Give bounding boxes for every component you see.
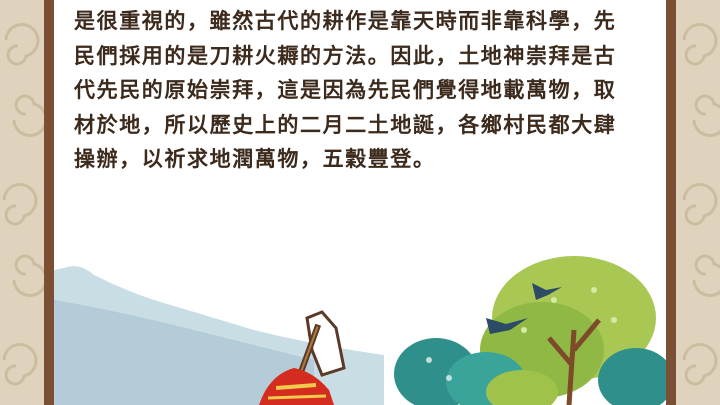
text-line: 民們採用的是刀耕火耨的方法。因此，土地神崇拜是古 [74, 43, 617, 68]
tree-icon [394, 256, 666, 405]
article-text: 是很重視的，雖然古代的耕作是靠天時而非靠科學，先 民們採用的是刀耕火耨的方法。因… [74, 4, 654, 177]
text-line: 操辦，以祈求地潤萬物，五穀豐登。 [74, 147, 436, 171]
text-line: 代先民的原始崇拜，這是因為先民們覺得地載萬物，取 [74, 78, 617, 102]
article-paper: 是很重視的，雖然古代的耕作是靠天時而非靠科學，先 民們採用的是刀耕火耨的方法。因… [54, 0, 666, 405]
text-line: 材於地，所以歷史上的二月二土地誕，各鄉村民都大肆 [74, 112, 617, 137]
text-line: 是很重視的，雖然古代的耕作是靠天時而非靠科學，先 [74, 9, 617, 33]
